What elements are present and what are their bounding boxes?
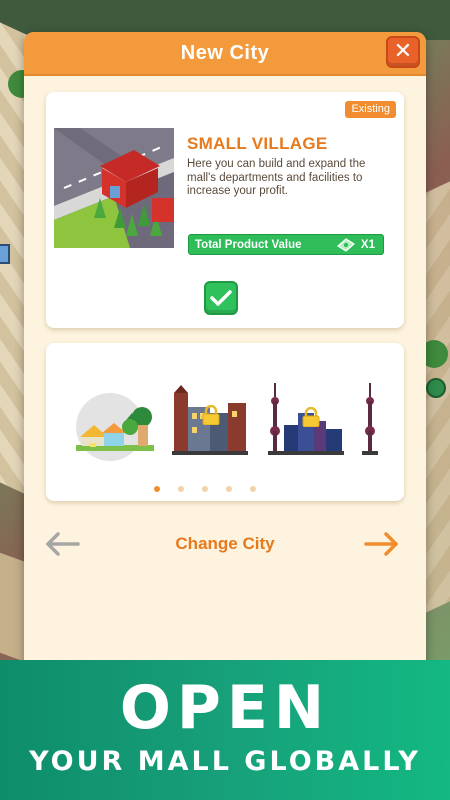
page-dot[interactable]: [178, 486, 184, 492]
city-carousel[interactable]: [46, 343, 404, 501]
close-button[interactable]: ✕: [386, 36, 420, 68]
value-label: Total Product Value: [195, 238, 302, 251]
lock-icon: [202, 405, 220, 425]
dialog-header: New City ✕: [24, 32, 426, 76]
page-dot[interactable]: [250, 486, 256, 492]
city-illustration: [54, 128, 174, 248]
lock-icon: [302, 407, 320, 427]
city-description: Here you can build and expand the mall's…: [187, 158, 366, 197]
city-card: Existing SMALL VILLAGE Here you can buil…: [46, 92, 404, 328]
background-clock-icon: [426, 378, 446, 398]
change-city-nav: Change City: [24, 526, 426, 562]
city-thumbnail-old-town[interactable]: [172, 383, 248, 463]
carousel-page-indicator: [46, 486, 404, 492]
money-icon: [336, 237, 355, 252]
page-dot[interactable]: [202, 486, 208, 492]
page-dot[interactable]: [226, 486, 232, 492]
dialog-title: New City: [180, 41, 270, 64]
banner-title: OPEN: [119, 673, 331, 743]
value-multiplier: X1: [360, 238, 375, 251]
city-thumbnail-tower-city[interactable]: [362, 383, 378, 463]
city-thumbnail-small-village[interactable]: [72, 387, 158, 463]
close-icon: ✕: [393, 39, 413, 64]
city-name: SMALL VILLAGE: [187, 134, 328, 153]
new-city-dialog: New City ✕ Existing SMALL VILLAGE Here y…: [24, 32, 426, 672]
status-badge: Existing: [345, 101, 396, 118]
checkmark-icon: [210, 290, 232, 306]
page-dot[interactable]: [154, 486, 160, 492]
banner-subtitle: YOUR MALL GLOBALLY: [29, 746, 421, 777]
promo-banner: OPEN YOUR MALL GLOBALLY: [0, 660, 450, 800]
city-thumbnail-metropolis[interactable]: [268, 383, 344, 463]
selected-checkmark-button[interactable]: [204, 281, 238, 315]
total-product-value-bar: Total Product Value X1: [188, 234, 384, 255]
arrow-right-icon[interactable]: [362, 530, 402, 558]
background-screen: [0, 244, 10, 264]
